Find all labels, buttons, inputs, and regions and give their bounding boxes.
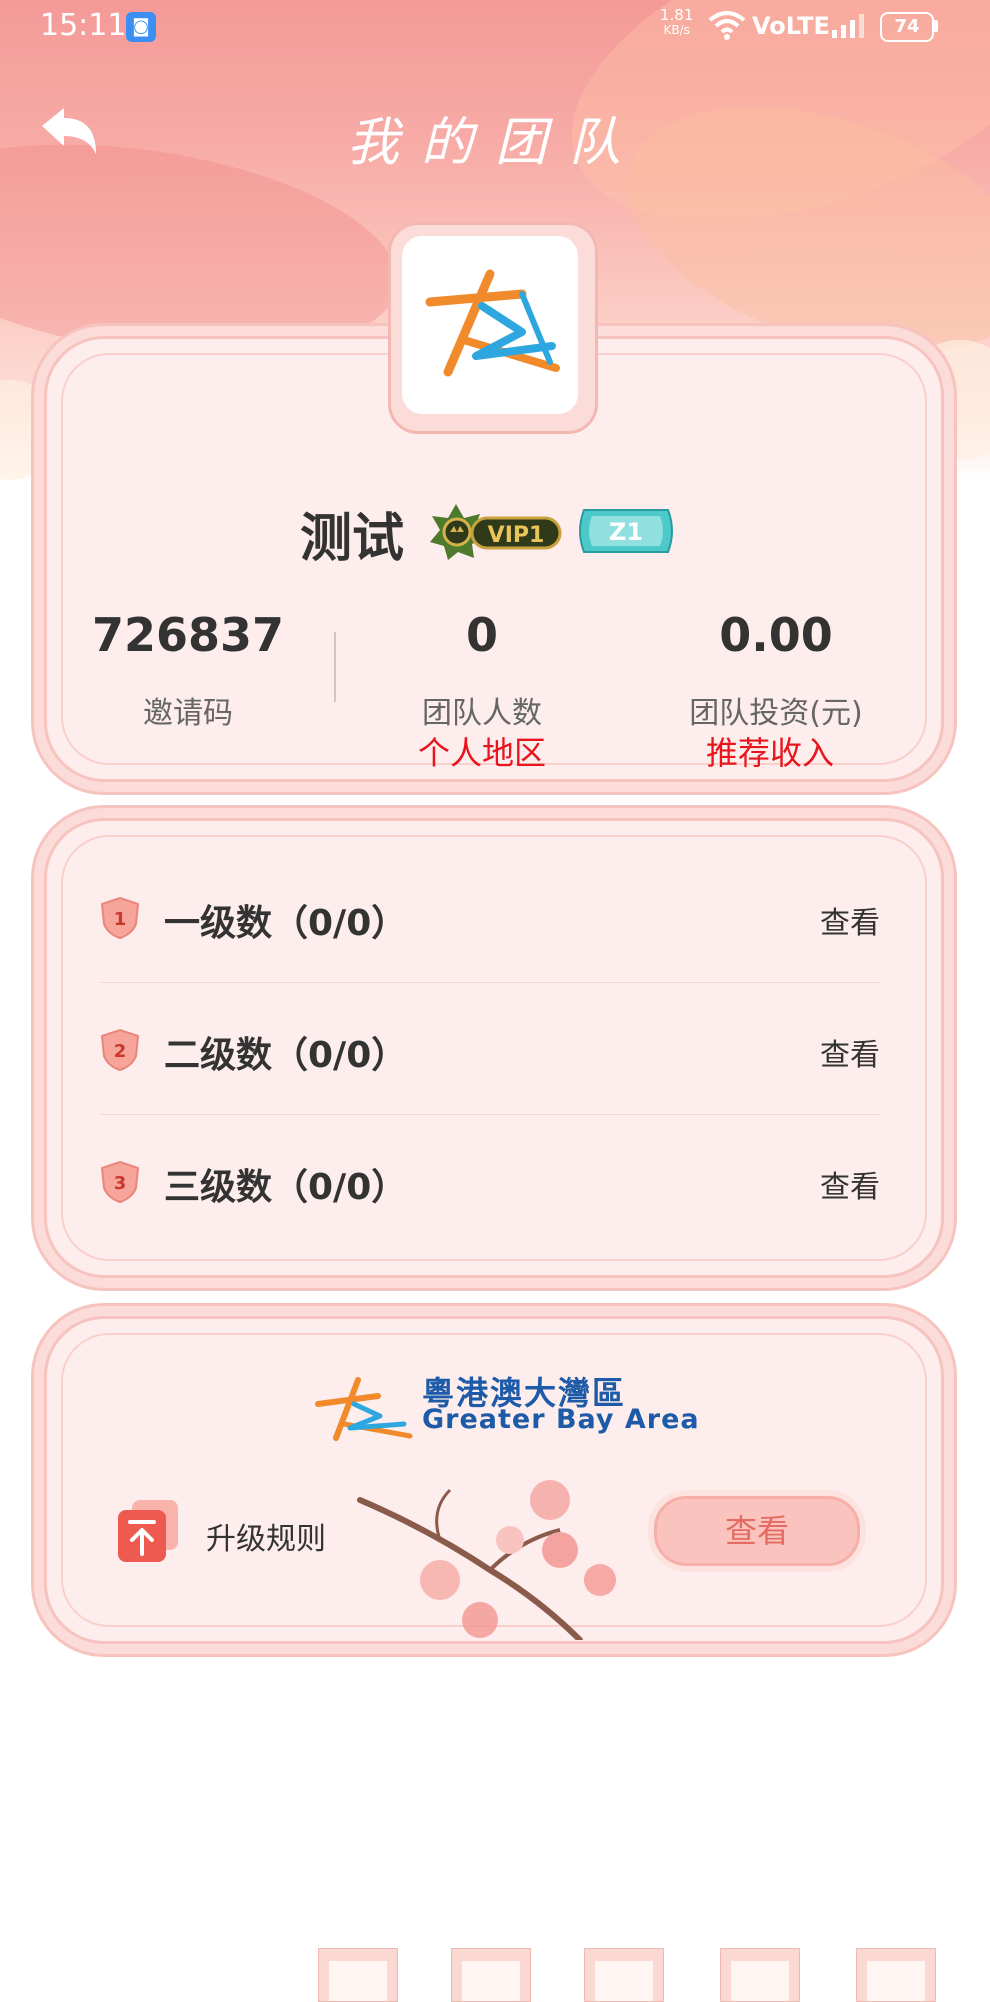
- level-1-label: 一级数（0/0）: [164, 903, 408, 944]
- page-title: 我的团队: [346, 113, 643, 173]
- svg-text:1: 1: [114, 909, 127, 930]
- vip-badge: VIP1: [430, 504, 562, 560]
- level-2-shield-icon: 2: [100, 1028, 140, 1072]
- wifi-icon: [708, 11, 746, 40]
- battery-tip: [934, 20, 938, 32]
- level-3-shield-icon: 3: [100, 1160, 140, 1204]
- zone-badge: Z1: [579, 509, 673, 553]
- svg-text:2: 2: [114, 1041, 127, 1062]
- svg-text:VIP1: VIP1: [488, 523, 545, 548]
- thumbnail-3[interactable]: [584, 1948, 664, 2002]
- invite-code-label: 邀请码: [143, 696, 233, 731]
- row-divider: [100, 982, 880, 983]
- level-1-shield-icon: 1: [100, 896, 140, 940]
- invite-code-value: 726837: [91, 608, 285, 662]
- thumbnail-4[interactable]: [720, 1948, 800, 2002]
- team-count-label: 团队人数: [422, 696, 542, 731]
- level-row-3[interactable]: 3 三级数（0/0） 查看: [100, 1116, 880, 1248]
- team-count-value: 0: [465, 608, 498, 662]
- gba-logo-icon: [315, 1377, 413, 1441]
- upgrade-rules-view-button[interactable]: 查看: [654, 1496, 860, 1566]
- battery-icon: 74: [880, 12, 934, 42]
- app-notification-icon: ◙: [126, 12, 156, 42]
- upgrade-rules-icon: [118, 1500, 178, 1562]
- level-row-1[interactable]: 1 一级数（0/0） 查看: [100, 852, 880, 984]
- level-1-view-link[interactable]: 查看: [820, 898, 880, 942]
- signal-icon: [832, 14, 864, 38]
- level-3-label: 三级数（0/0）: [164, 1167, 408, 1208]
- avatar[interactable]: [402, 236, 578, 414]
- svg-text:3: 3: [114, 1173, 127, 1194]
- level-2-label: 二级数（0/0）: [164, 1035, 408, 1076]
- network-type: VoLTE: [752, 12, 830, 40]
- brand-logo-icon: [425, 269, 560, 377]
- level-2-view-link[interactable]: 查看: [820, 1030, 880, 1074]
- thumbnail-2[interactable]: [451, 1948, 531, 2002]
- plum-blossom-decoration: [357, 1480, 616, 1640]
- team-investment-value: 0.00: [719, 608, 833, 662]
- stats-divider: [334, 632, 336, 702]
- username: 测试: [300, 509, 405, 569]
- status-bar: 15:11 ◙ 1.81 KB/s VoLTE 74: [0, 0, 990, 54]
- thumbnail-1[interactable]: [318, 1948, 398, 2002]
- level-3-view-link[interactable]: 查看: [820, 1162, 880, 1206]
- row-divider: [100, 1114, 880, 1115]
- net-speed: 1.81 KB/s: [660, 6, 694, 38]
- gba-logo-english: Greater Bay Area: [422, 1404, 700, 1435]
- level-row-2[interactable]: 2 二级数（0/0） 查看: [100, 984, 880, 1116]
- team-investment-label: 团队投资(元): [689, 696, 863, 731]
- upgrade-rules-label: 升级规则: [206, 1522, 326, 1557]
- svg-text:Z1: Z1: [609, 518, 643, 546]
- referral-income-link[interactable]: 推荐收入: [630, 728, 910, 774]
- personal-region-link[interactable]: 个人地区: [342, 728, 622, 774]
- thumbnail-5[interactable]: [856, 1948, 936, 2002]
- status-time: 15:11: [40, 8, 127, 43]
